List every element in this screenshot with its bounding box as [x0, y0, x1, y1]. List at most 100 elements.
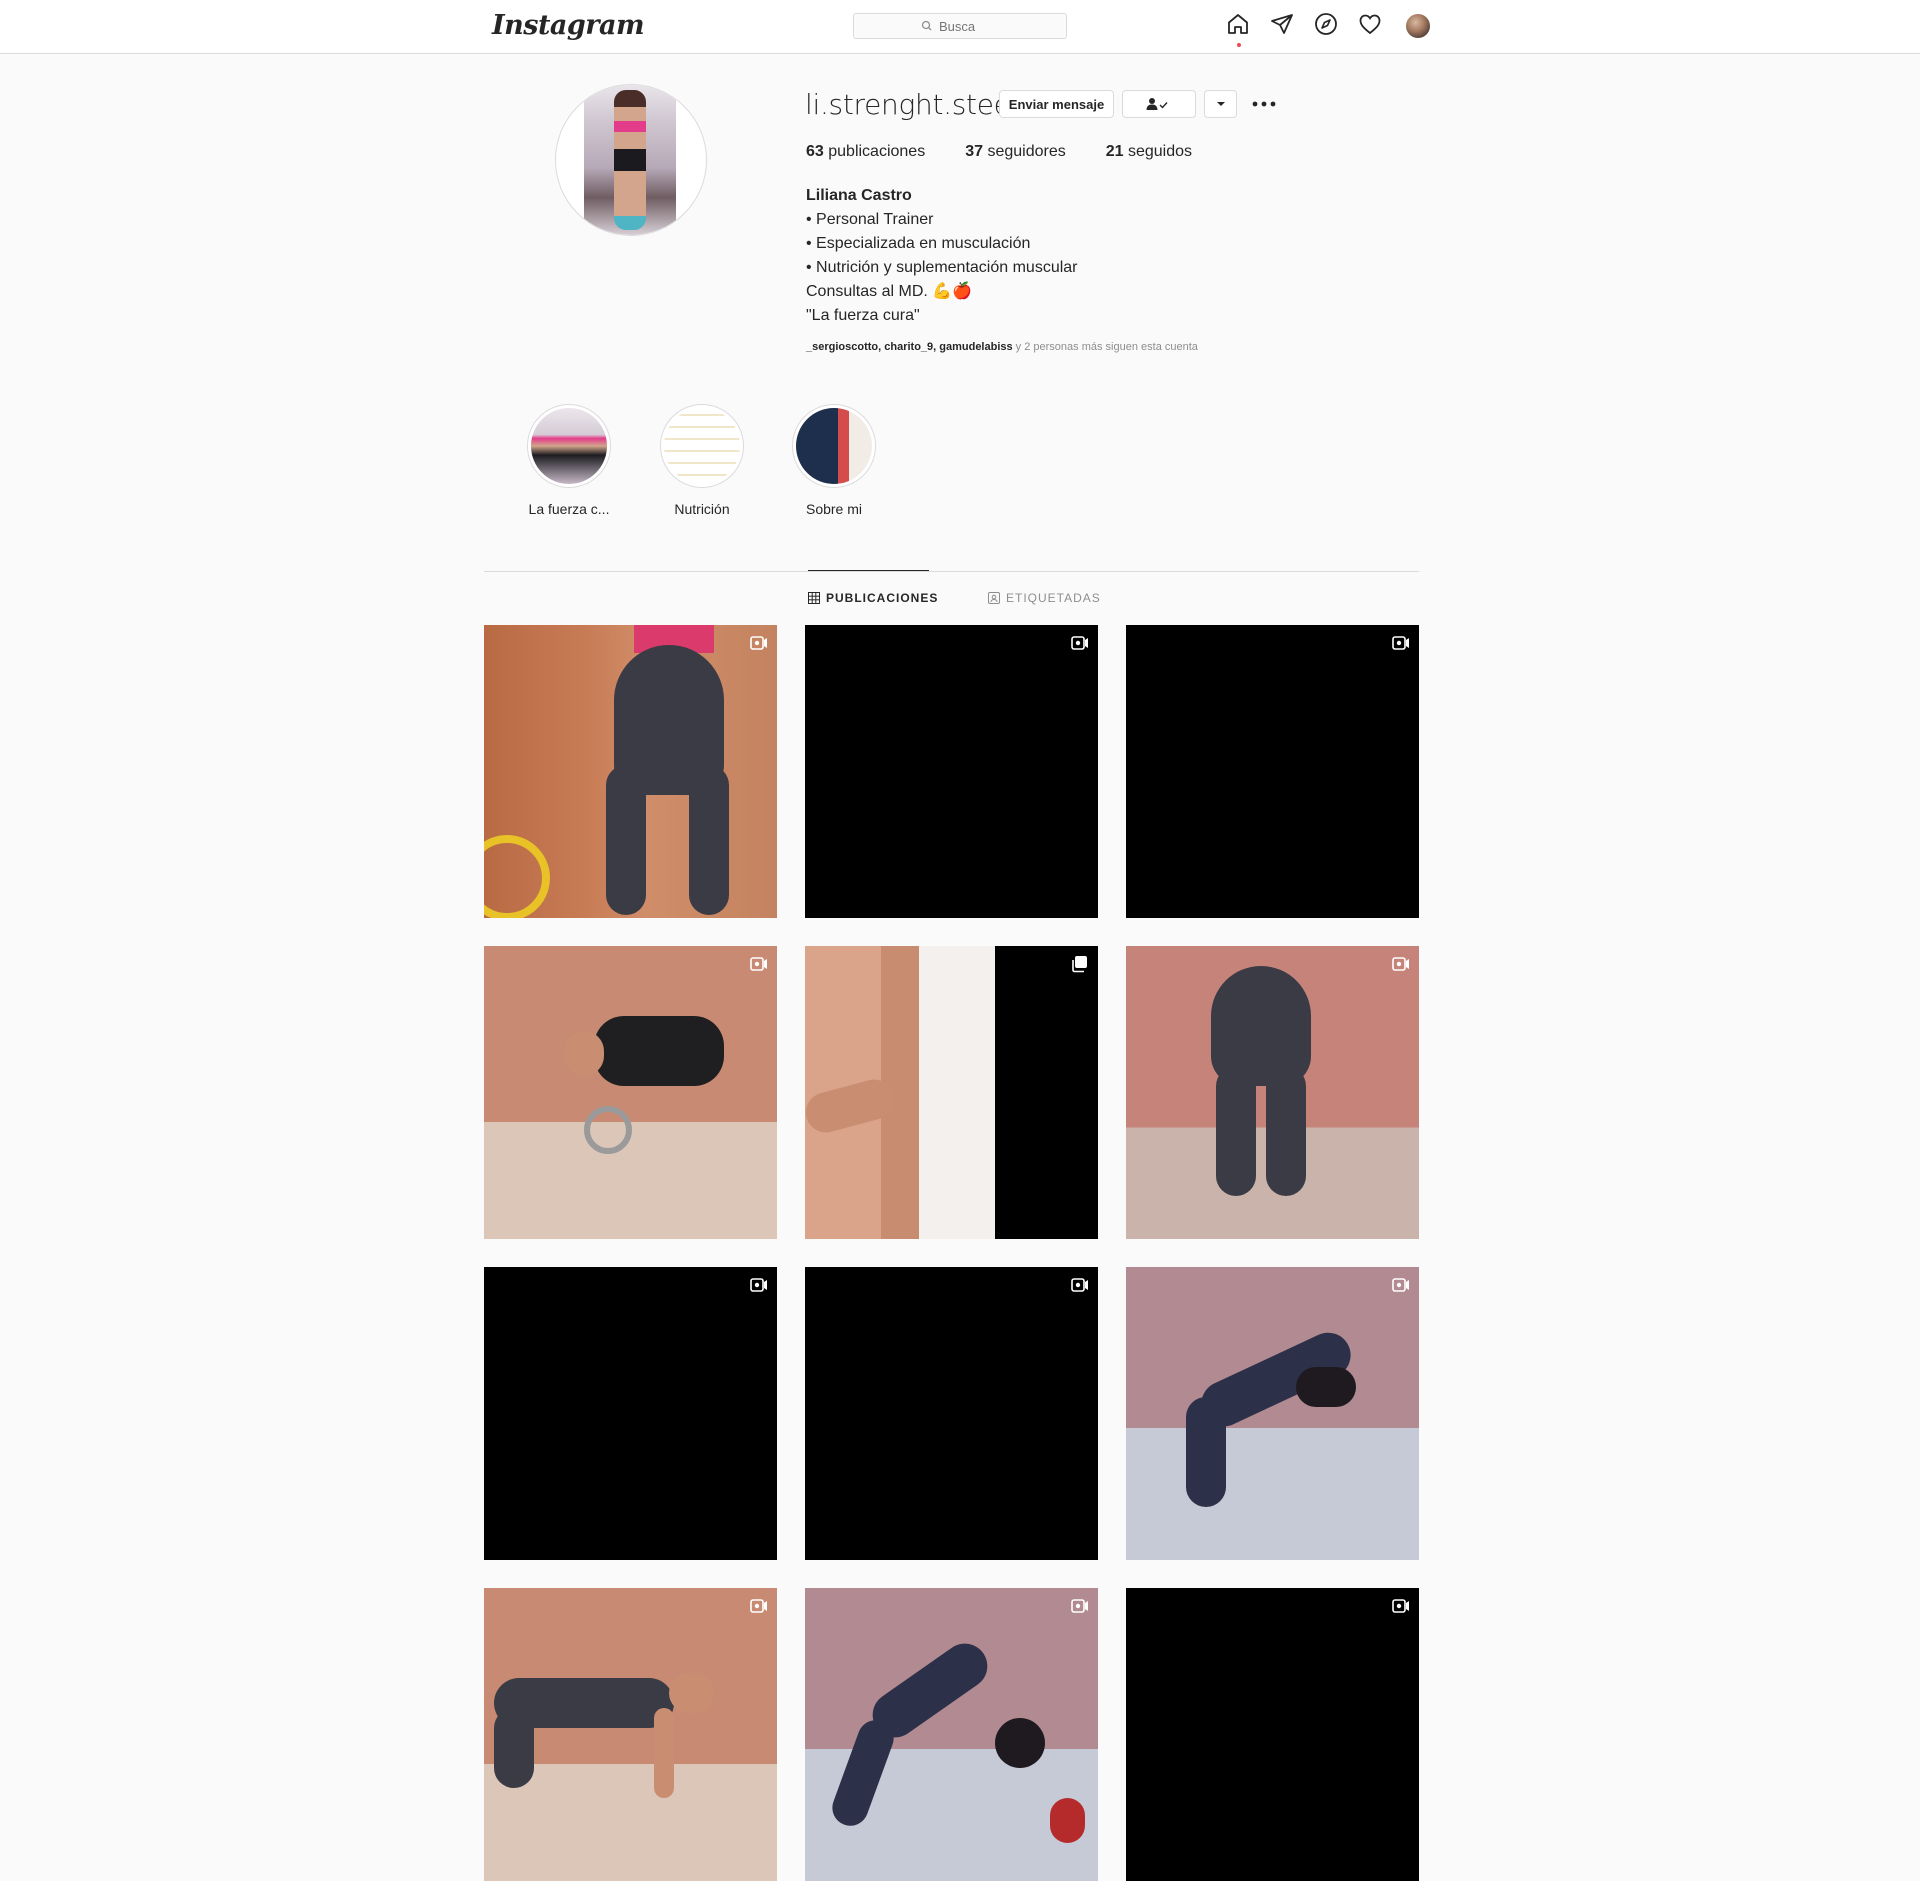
tab-posts[interactable]: PUBLICACIONES [808, 591, 938, 605]
post-thumbnail[interactable] [1126, 625, 1419, 918]
bio-line: • Especializada en musculación [806, 235, 1031, 252]
highlight-cover [796, 408, 872, 484]
video-icon [1071, 1278, 1088, 1292]
post-thumbnail[interactable] [805, 625, 1098, 918]
following-label: seguidos [1127, 143, 1193, 160]
profile-avatar[interactable] [1406, 14, 1434, 42]
more-options-button[interactable] [1250, 92, 1278, 116]
tab-tagged-label: ETIQUETADAS [1006, 591, 1101, 605]
post-photo-shape [484, 835, 550, 918]
post-thumbnail[interactable] [1126, 1588, 1419, 1881]
video-icon [750, 1599, 767, 1613]
story-highlight[interactable]: La fuerza c... [524, 404, 614, 517]
avatar [1406, 14, 1430, 38]
video-icon [1071, 636, 1088, 650]
profile-username: li.strenght.steel [805, 88, 1019, 121]
tagged-icon [988, 592, 1000, 604]
home-icon[interactable] [1226, 12, 1254, 47]
following-button[interactable] [1122, 90, 1196, 118]
post-thumbnail[interactable] [484, 946, 777, 1239]
instagram-logo[interactable]: Instagram [492, 10, 645, 41]
post-photo-shape [494, 1708, 534, 1788]
highlight-label: Sobre mi [805, 501, 863, 517]
top-navigation: Instagram [0, 0, 1920, 54]
post-photo-shape [995, 1718, 1045, 1768]
story-highlight[interactable]: Sobre mi [789, 404, 879, 517]
video-icon [750, 957, 767, 971]
suggested-dropdown-button[interactable] [1204, 90, 1237, 118]
bio-line: Consultas al MD. 💪🍎 [806, 283, 973, 300]
followers-stat[interactable]: 37 seguidores [965, 143, 1066, 161]
following-stat[interactable]: 21 seguidos [1106, 143, 1192, 161]
video-icon [750, 1278, 767, 1292]
post-thumbnail[interactable] [1126, 1267, 1419, 1560]
post-thumbnail[interactable] [484, 625, 777, 918]
post-photo-shape [564, 1031, 604, 1076]
carousel-icon [1072, 956, 1087, 973]
post-photo-shape [689, 765, 729, 915]
video-icon [1392, 1599, 1409, 1613]
post-thumbnail[interactable] [1126, 946, 1419, 1239]
followers-count: 37 [965, 143, 983, 160]
followed-by-suffix: y 2 personas más siguen esta cuenta [1012, 341, 1198, 353]
video-icon [1071, 1599, 1088, 1613]
profile-picture[interactable] [555, 84, 707, 236]
post-photo-shape [1296, 1367, 1356, 1407]
post-thumbnail[interactable] [805, 1588, 1098, 1881]
story-highlight[interactable]: Nutrición [657, 404, 747, 517]
followers-label: seguidores [987, 143, 1066, 160]
notification-dot [1237, 43, 1241, 47]
post-photo-shape [654, 1708, 674, 1798]
video-icon [1392, 957, 1409, 971]
highlight-ring [660, 404, 744, 488]
highlight-ring [527, 404, 611, 488]
send-message-button[interactable]: Enviar mensaje [999, 90, 1114, 118]
highlight-cover [664, 408, 740, 484]
post-photo-shape [669, 1673, 714, 1713]
followed-by-names: _sergioscotto, charito_9, gamudelabiss [806, 341, 1013, 353]
highlight-label: La fuerza c... [528, 501, 610, 517]
video-icon [1392, 1278, 1409, 1292]
tabs-divider [484, 571, 1419, 572]
bio-line: "La fuerza cura" [806, 307, 920, 324]
post-photo-shape [1050, 1798, 1085, 1843]
activity-heart-icon[interactable] [1358, 12, 1386, 40]
video-icon [1392, 636, 1409, 650]
post-photo-shape [1266, 1066, 1306, 1196]
grid-icon [808, 592, 820, 604]
highlight-ring [792, 404, 876, 488]
highlight-label: Nutrición [674, 501, 730, 517]
post-thumbnail[interactable] [805, 946, 1098, 1239]
user-check-icon [1146, 98, 1168, 110]
search-icon [921, 20, 932, 31]
following-count: 21 [1105, 143, 1124, 160]
search-input[interactable] [937, 17, 1001, 35]
active-tab-indicator [808, 570, 929, 571]
post-thumbnail[interactable] [484, 1588, 777, 1881]
bio-line: • Personal Trainer [806, 211, 934, 228]
post-photo-shape [1186, 1397, 1226, 1507]
caret-down-icon [1216, 102, 1225, 106]
post-thumbnail[interactable] [484, 1267, 777, 1560]
post-thumbnail[interactable] [805, 1267, 1098, 1560]
posts-stat: 63 publicaciones [806, 143, 925, 161]
profile-photo [584, 85, 676, 235]
posts-count: 63 [806, 143, 824, 160]
full-name: Liliana Castro [806, 187, 912, 204]
posts-label: publicaciones [828, 143, 926, 160]
profile-bio: Liliana Castro • Personal Trainer • Espe… [806, 184, 1306, 328]
post-photo-shape [584, 1106, 632, 1154]
video-icon [750, 636, 767, 650]
post-photo-shape [606, 765, 646, 915]
profile-photo-figure [614, 90, 646, 230]
tab-posts-label: PUBLICACIONES [826, 591, 939, 605]
followed-by[interactable]: _sergioscotto, charito_9, gamudelabiss y… [806, 341, 1198, 353]
bio-line: • Nutrición y suplementación muscular [806, 259, 1078, 276]
highlight-cover [531, 408, 607, 484]
post-photo-shape [1216, 1066, 1256, 1196]
explore-icon[interactable] [1314, 12, 1342, 40]
search-box[interactable] [853, 13, 1067, 39]
tab-tagged[interactable]: ETIQUETADAS [988, 591, 1101, 605]
direct-icon[interactable] [1270, 12, 1298, 40]
profile-stats: 63 publicaciones 37 seguidores 21 seguid… [806, 143, 1232, 161]
